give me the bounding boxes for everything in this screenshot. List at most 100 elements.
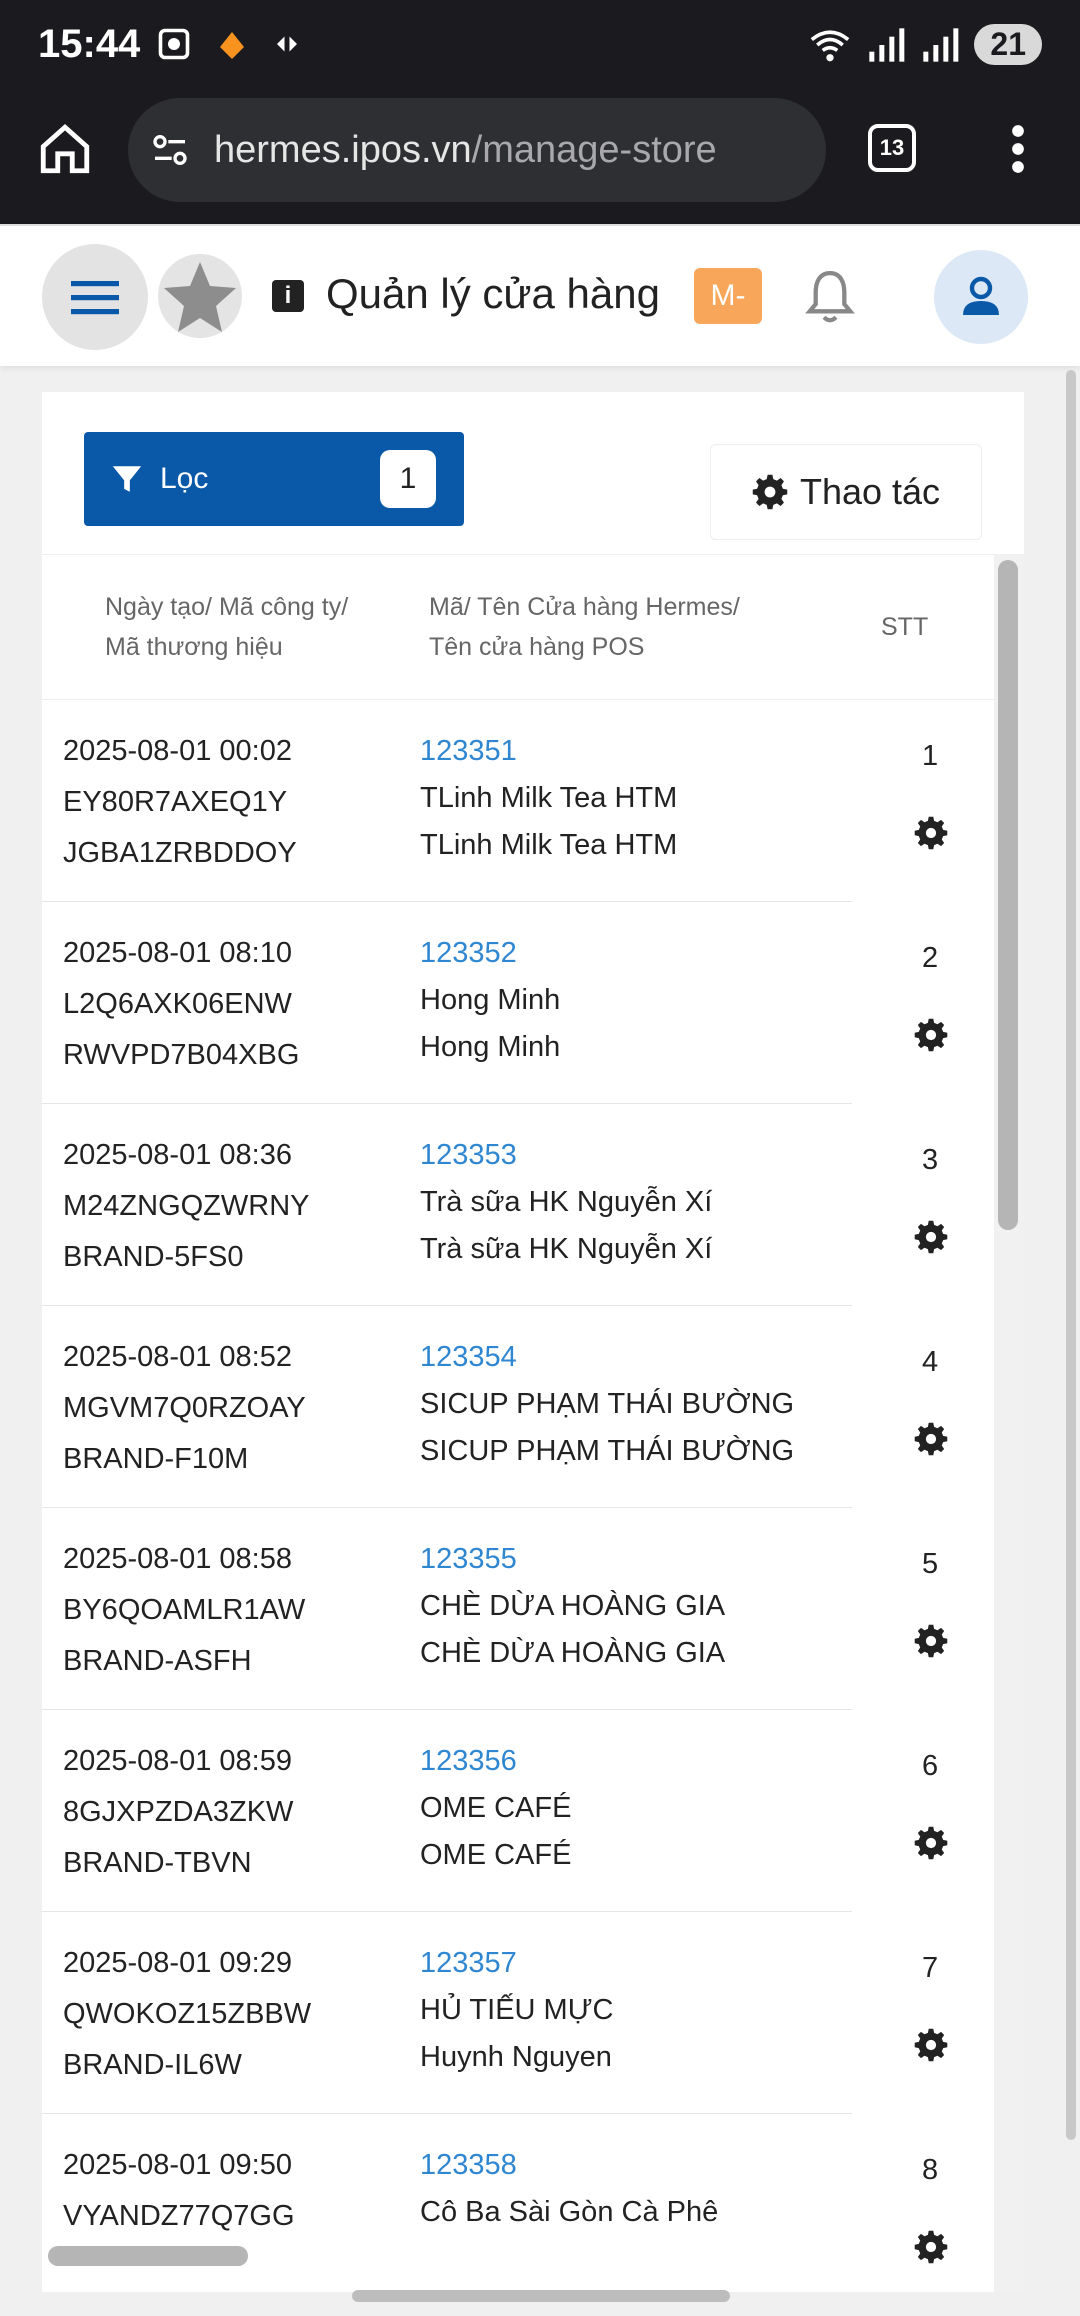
brand-code: BRAND-F10M (63, 1443, 249, 1475)
row-created-info: 2025-08-01 08:58 BY6QOAMLR1AW BRAND-ASFH (63, 1534, 305, 1687)
row-stt: 4 (922, 1346, 939, 1378)
table-row[interactable]: 2025-08-01 00:02 EY80R7AXEQ1Y JGBA1ZRBDDOY… (42, 700, 994, 902)
header-created-company-brand[interactable]: Ngày tạo/ Mã công ty/ Mã thương hiệu (105, 587, 348, 667)
company-code: MGVM7Q0RZOAY (63, 1392, 306, 1424)
created-date: 2025-08-01 08:36 (63, 1139, 292, 1171)
brand-code: BRAND-IL6W (63, 2049, 242, 2081)
brand-code: BRAND-TBVN (63, 1847, 252, 1879)
store-code-link[interactable]: 123352 (420, 930, 560, 977)
brand-code: JGBA1ZRBDDOY (63, 837, 297, 869)
browser-toolbar: hermes.ipos.vn/manage-store 13 (0, 92, 1080, 224)
gear-icon[interactable] (914, 2230, 948, 2269)
created-date: 2025-08-01 08:58 (63, 1543, 292, 1575)
tab-switcher-button[interactable]: 13 (868, 124, 916, 172)
star-logo-icon[interactable] (156, 252, 244, 340)
more-vert-icon[interactable] (996, 122, 1040, 176)
header-col2-line2: Tên cửa hàng POS (429, 633, 645, 661)
company-code: 8GJXPZDA3ZKW (63, 1796, 294, 1828)
gear-icon[interactable] (914, 816, 948, 855)
row-created-info: 2025-08-01 00:02 EY80R7AXEQ1Y JGBA1ZRBDDOY (63, 726, 297, 879)
gear-icon[interactable] (914, 1624, 948, 1663)
signal-icon-2 (923, 27, 959, 62)
battery-indicator: 21 (974, 24, 1042, 65)
address-bar[interactable]: hermes.ipos.vn/manage-store (128, 98, 826, 202)
store-code-link[interactable]: 123357 (420, 1940, 613, 1987)
company-code: QWOKOZ15ZBBW (63, 1998, 312, 2030)
page-scrollbar[interactable] (1066, 370, 1076, 2140)
status-bar: 15:44 21 (0, 0, 1080, 92)
header-col1-line2: Mã thương hiệu (105, 633, 283, 661)
table-row[interactable]: 2025-08-01 08:10 L2Q6AXK06ENW RWVPD7B04XBG… (42, 902, 994, 1104)
hermes-store-name: OME CAFÉ (420, 1792, 572, 1824)
gear-icon[interactable] (914, 1826, 948, 1865)
store-list-card: Lọc 1 Thao tác Ngày tạo/ Mã công ty/ Mã … (42, 392, 1024, 2292)
hermes-store-name: Cô Ba Sài Gòn Cà Phê (420, 2196, 719, 2228)
brand-code: BRAND-ASFH (63, 1645, 252, 1677)
row-created-info: 2025-08-01 08:36 M24ZNGQZWRNY BRAND-5FS0 (63, 1130, 310, 1283)
store-badge[interactable]: M- (694, 268, 762, 324)
hermes-store-name: CHÈ DỪA HOÀNG GIA (420, 1590, 726, 1622)
row-store-info: 123351 TLinh Milk Tea HTM TLinh Milk Tea H… (420, 728, 677, 869)
home-icon[interactable] (36, 120, 94, 178)
created-date: 2025-08-01 00:02 (63, 735, 292, 767)
store-code-link[interactable]: 123351 (420, 728, 677, 775)
company-code: EY80R7AXEQ1Y (63, 786, 288, 818)
filter-count-badge: 1 (380, 450, 436, 508)
gear-icon[interactable] (914, 2028, 948, 2067)
table-row[interactable]: 2025-08-01 08:58 BY6QOAMLR1AW BRAND-ASFH 12… (42, 1508, 994, 1710)
company-code: BY6QOAMLR1AW (63, 1594, 306, 1626)
store-code-link[interactable]: 123358 (420, 2142, 718, 2189)
table-header: Ngày tạo/ Mã công ty/ Mã thương hiệu Mã/… (42, 554, 994, 700)
pos-store-name: Huynh Nguyen (420, 2041, 612, 2073)
table-vertical-scrollbar[interactable] (998, 560, 1018, 1230)
created-date: 2025-08-01 09:29 (63, 1947, 292, 1979)
data-transfer-icon (277, 36, 297, 52)
filter-button[interactable]: Lọc 1 (84, 432, 464, 526)
bell-icon[interactable] (800, 266, 860, 328)
store-code-link[interactable]: 123356 (420, 1738, 571, 1785)
gear-icon[interactable] (914, 1422, 948, 1461)
url-path: /manage-store (471, 128, 717, 171)
actions-button[interactable]: Thao tác (710, 444, 982, 540)
table-body: 2025-08-01 00:02 EY80R7AXEQ1Y JGBA1ZRBDDOY… (42, 700, 994, 2292)
created-date: 2025-08-01 08:10 (63, 937, 292, 969)
status-icons-right: 21 (808, 24, 1042, 65)
table-row[interactable]: 2025-08-01 08:59 8GJXPZDA3ZKW BRAND-TBVN 12… (42, 1710, 994, 1912)
gear-icon[interactable] (914, 1018, 948, 1057)
created-date: 2025-08-01 09:50 (63, 2149, 292, 2181)
menu-button[interactable] (42, 244, 148, 350)
header-col2-line1: Mã/ Tên Cửa hàng Hermes/ (429, 593, 740, 621)
site-settings-icon[interactable] (150, 130, 190, 170)
table-row[interactable]: 2025-08-01 08:52 MGVM7Q0RZOAY BRAND-F10M 12… (42, 1306, 994, 1508)
table-horizontal-scrollbar[interactable] (48, 2246, 248, 2266)
gesture-nav-bar[interactable] (352, 2290, 730, 2302)
signal-icon (869, 27, 905, 62)
row-stt: 1 (922, 740, 939, 772)
status-icons-left (156, 26, 302, 62)
row-created-info: 2025-08-01 08:52 MGVM7Q0RZOAY BRAND-F10M (63, 1332, 306, 1485)
store-code-link[interactable]: 123355 (420, 1536, 725, 1583)
hermes-store-name: TLinh Milk Tea HTM (420, 782, 678, 814)
table-row[interactable]: 2025-08-01 09:29 QWOKOZ15ZBBW BRAND-IL6W 12… (42, 1912, 994, 2114)
pos-store-name: Trà sữa HK Nguyễn Xí (420, 1233, 713, 1265)
row-store-info: 123354 SICUP PHẠM THÁI BƯỜNG SICUP PHẠM TH… (420, 1334, 794, 1475)
store-code-link[interactable]: 123353 (420, 1132, 712, 1179)
row-stt: 8 (922, 2154, 939, 2186)
row-store-info: 123357 HỦ TIẾU MỰC Huynh Nguyen (420, 1940, 613, 2081)
gear-icon[interactable] (914, 1220, 948, 1259)
wifi-icon (811, 29, 850, 61)
row-stt: 5 (922, 1548, 939, 1580)
gear-icon (752, 474, 788, 510)
user-icon (963, 276, 999, 315)
header-store-code-name[interactable]: Mã/ Tên Cửa hàng Hermes/ Tên cửa hàng PO… (429, 587, 740, 667)
row-created-info: 2025-08-01 08:59 8GJXPZDA3ZKW BRAND-TBVN (63, 1736, 293, 1889)
table-row[interactable]: 2025-08-01 08:36 M24ZNGQZWRNY BRAND-5FS0 12… (42, 1104, 994, 1306)
company-code: VYANDZ77Q7GG (63, 2200, 295, 2232)
row-stt: 6 (922, 1750, 939, 1782)
store-code-link[interactable]: 123354 (420, 1334, 794, 1381)
app-header: i Quản lý cửa hàng M- (0, 224, 1080, 366)
created-date: 2025-08-01 08:59 (63, 1745, 292, 1777)
header-stt[interactable]: STT (881, 607, 928, 647)
info-icon[interactable]: i (272, 280, 304, 312)
user-avatar-button[interactable] (934, 250, 1028, 344)
